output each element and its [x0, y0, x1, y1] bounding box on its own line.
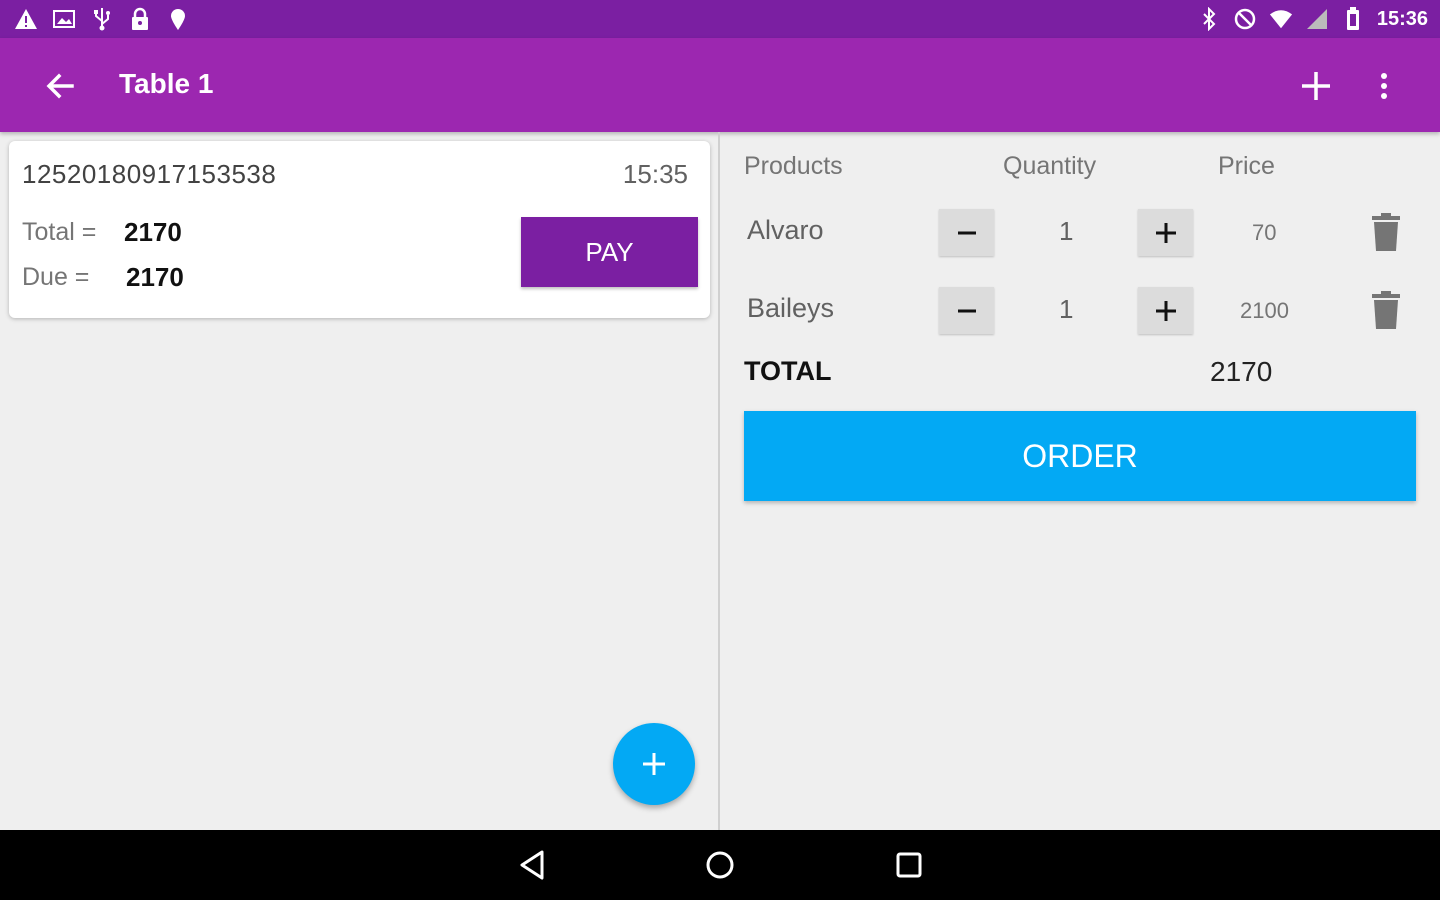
plus-icon	[1155, 300, 1176, 321]
cart-total-value: 2170	[1210, 356, 1273, 387]
total-label: Total =	[22, 218, 97, 246]
plus-icon	[643, 753, 665, 775]
location-icon	[166, 6, 190, 32]
order-button[interactable]: ORDER	[744, 411, 1416, 501]
increase-quantity-button[interactable]	[1138, 287, 1193, 334]
header-quantity: Quantity	[1003, 152, 1097, 180]
header-price: Price	[1218, 152, 1275, 180]
delete-item-button[interactable]	[1369, 290, 1403, 330]
increase-quantity-button[interactable]	[1138, 209, 1193, 256]
price-value: 2100	[1240, 298, 1289, 323]
navigation-bar	[0, 830, 1440, 900]
add-button[interactable]	[1294, 64, 1338, 108]
add-order-fab[interactable]	[613, 723, 695, 805]
back-button[interactable]	[40, 66, 80, 106]
product-name: Alvaro	[747, 215, 824, 245]
notification-icons	[14, 6, 190, 32]
order-id: 12520180917153538	[22, 159, 277, 189]
pane-divider	[718, 132, 720, 830]
due-value: 2170	[126, 262, 184, 292]
app-bar: Table 1	[0, 38, 1440, 132]
nav-home-button[interactable]	[702, 847, 738, 883]
more-vert-icon	[1381, 73, 1387, 99]
do-not-disturb-icon	[1233, 6, 1257, 32]
price-value: 70	[1252, 220, 1277, 245]
wifi-icon	[1269, 6, 1293, 32]
image-icon	[52, 6, 76, 32]
home-circle-icon	[706, 851, 734, 879]
quantity-value: 1	[1059, 294, 1074, 324]
trash-icon	[1372, 291, 1400, 329]
minus-icon	[957, 231, 976, 234]
usb-icon	[90, 6, 114, 32]
header-products: Products	[744, 152, 843, 180]
pay-button[interactable]: PAY	[521, 217, 698, 287]
due-label: Due =	[22, 263, 90, 291]
nav-recents-button[interactable]	[891, 847, 927, 883]
warning-icon	[14, 6, 38, 32]
trash-icon	[1372, 213, 1400, 251]
decrease-quantity-button[interactable]	[939, 209, 994, 256]
order-card[interactable]: 12520180917153538 15:35 Total = 2170 Due…	[9, 141, 710, 318]
bluetooth-icon	[1197, 6, 1221, 32]
minus-icon	[957, 309, 976, 312]
plus-icon	[1302, 72, 1330, 100]
decrease-quantity-button[interactable]	[939, 287, 994, 334]
delete-item-button[interactable]	[1369, 212, 1403, 252]
nav-back-button[interactable]	[515, 847, 551, 883]
cart-total-label: TOTAL	[744, 356, 832, 386]
status-bar: 15:36	[0, 0, 1440, 38]
battery-icon	[1341, 6, 1365, 32]
total-value: 2170	[124, 217, 182, 247]
order-time: 15:35	[622, 159, 688, 189]
status-time: 15:36	[1376, 8, 1428, 30]
quantity-value: 1	[1059, 216, 1074, 246]
system-icons: 15:36	[1197, 6, 1428, 32]
page-title: Table 1	[119, 68, 214, 99]
recents-square-icon	[896, 852, 922, 878]
lock-icon	[128, 6, 152, 32]
plus-icon	[1155, 222, 1176, 243]
overflow-menu-button[interactable]	[1366, 64, 1402, 108]
back-triangle-icon	[520, 850, 544, 880]
no-signal-icon	[1305, 6, 1329, 32]
product-name: Baileys	[747, 293, 835, 323]
arrow-back-icon	[46, 73, 74, 99]
